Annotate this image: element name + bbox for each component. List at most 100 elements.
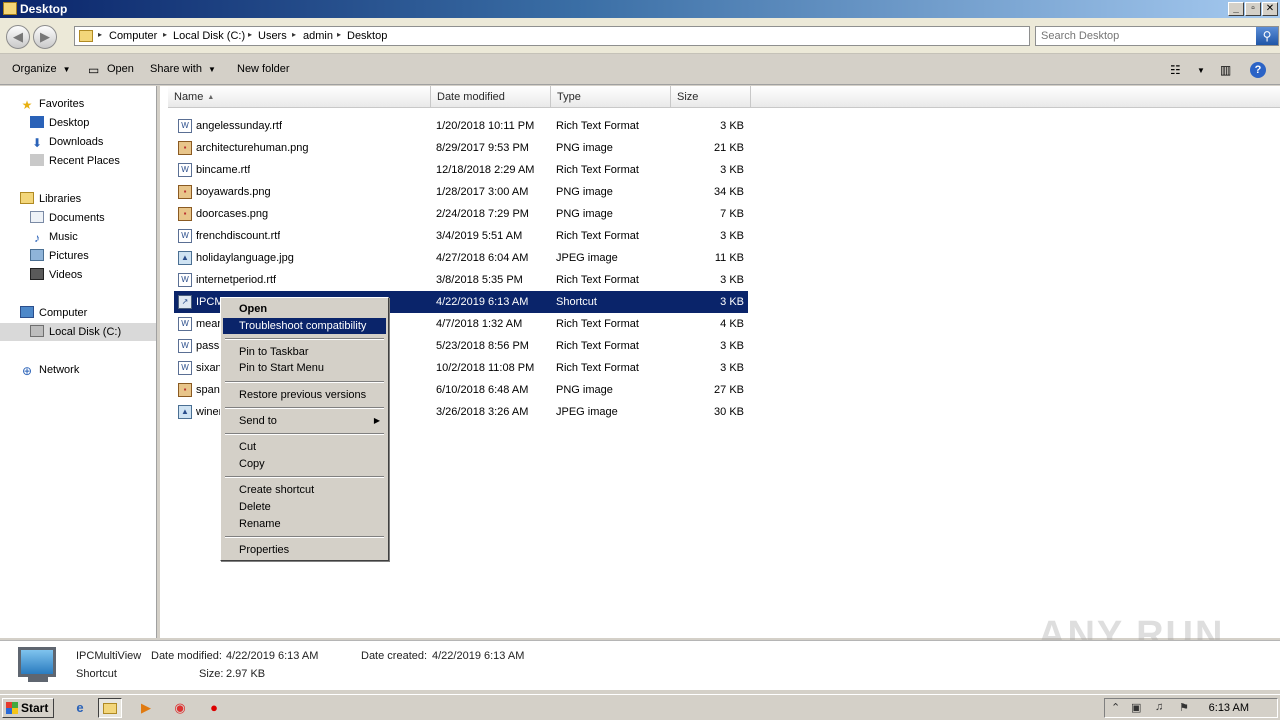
new-folder-button[interactable]: New folder (237, 63, 290, 75)
search-input[interactable] (1036, 27, 1248, 45)
breadcrumb-admin[interactable]: admin (303, 30, 333, 42)
chevron-down-icon[interactable]: ▼ (1197, 66, 1205, 75)
maximize-button[interactable]: ▫ (1245, 2, 1261, 16)
file-size: 3 KB (720, 120, 744, 132)
file-row[interactable]: ▲ holidaylanguage.jpg 4/27/2018 6:04 AM JPE… (174, 247, 748, 269)
minimize-button[interactable]: _ (1228, 2, 1244, 16)
chrome-icon[interactable]: ◉ (168, 698, 192, 718)
breadcrumb-desktop[interactable]: Desktop (347, 30, 387, 42)
chevron-right-icon[interactable]: ▸ (337, 30, 341, 39)
nav-music[interactable]: ♪ Music (30, 228, 78, 246)
nav-local-disk[interactable]: Local Disk (C:) (0, 323, 156, 341)
chevron-right-icon: ▶ (373, 416, 380, 425)
show-hidden-icons-icon[interactable]: ⌃ (1111, 701, 1120, 714)
file-date-modified: 1/20/2018 10:11 PM (436, 120, 535, 132)
nav-network[interactable]: ⊕ Network (20, 361, 79, 379)
nav-desktop[interactable]: Desktop (30, 114, 89, 132)
file-type: Rich Text Format (556, 318, 639, 330)
sort-ascending-icon: ▲ (207, 94, 215, 101)
file-row[interactable]: Wbincame.rtf 12/18/2018 2:29 AM Rich Text … (174, 159, 748, 181)
menu-item-open[interactable]: Open (223, 301, 386, 317)
file-row[interactable]: Winternetperiod.rtf 3/8/2018 5:35 PM Rich … (174, 269, 748, 291)
column-header-type[interactable]: Type (551, 86, 671, 108)
close-button[interactable]: ✕ (1262, 2, 1278, 16)
chevron-right-icon[interactable]: ▸ (163, 30, 167, 39)
details-size-label: Size: (199, 668, 224, 680)
explorer-taskbar-button[interactable] (98, 698, 122, 718)
menu-item-send-to-label: Send to (239, 415, 277, 427)
open-button[interactable]: Open (107, 63, 134, 75)
media-player-icon[interactable]: ▶ (134, 698, 158, 718)
file-row[interactable]: ▪ boyawards.png 1/28/2017 3:00 AM PNG image… (174, 181, 748, 203)
help-icon[interactable]: ? (1250, 62, 1266, 78)
start-button[interactable]: Start (2, 698, 54, 718)
file-row[interactable]: ▪ architecturehuman.png 8/29/2017 9:53 PM P… (174, 137, 748, 159)
nav-downloads-label: Downloads (49, 136, 104, 148)
file-type: PNG image (556, 208, 613, 220)
nav-recent-places-label: Recent Places (49, 155, 120, 167)
back-button[interactable]: ◀ (6, 25, 30, 49)
menu-item-restore[interactable]: Restore previous versions (223, 387, 386, 403)
nav-computer[interactable]: Computer (20, 304, 87, 322)
nav-documents[interactable]: Documents (30, 209, 105, 227)
column-header-name[interactable]: Name ▲ (168, 86, 431, 108)
file-row[interactable]: Wfrenchdiscount.rtf 3/4/2019 5:51 AM Rich … (174, 225, 748, 247)
menu-item-pin-taskbar[interactable]: Pin to Taskbar (223, 344, 386, 360)
file-type: PNG image (556, 142, 613, 154)
desktop-icon (30, 116, 44, 128)
preview-pane-icon[interactable]: ▥ (1220, 63, 1231, 77)
opera-icon[interactable]: ● (202, 698, 226, 718)
menu-item-send-to[interactable]: Send to ▶ (223, 413, 386, 429)
rtf-file-icon: W (178, 361, 192, 375)
breadcrumb-users[interactable]: Users (258, 30, 287, 42)
column-header-size[interactable]: Size (671, 86, 751, 108)
nav-computer-label: Computer (39, 307, 88, 319)
chevron-right-icon[interactable]: ▸ (292, 30, 296, 39)
rtf-file-icon: W (178, 339, 192, 353)
search-icon[interactable]: ⚲ (1256, 27, 1278, 45)
drive-icon (30, 325, 44, 337)
menu-item-create-shortcut[interactable]: Create shortcut (223, 482, 386, 498)
nav-favorites[interactable]: ★ Favorites (20, 95, 85, 113)
file-size: 3 KB (720, 362, 744, 374)
share-with-button[interactable]: Share with ▼ (150, 63, 216, 75)
menu-item-troubleshoot[interactable]: Troubleshoot compatibility (223, 318, 386, 334)
column-header-date[interactable]: Date modified (431, 86, 551, 108)
file-name: passi (196, 340, 222, 352)
view-options-icon[interactable]: ☷ (1170, 63, 1181, 77)
file-row[interactable]: ▪ doorcases.png 2/24/2018 7:29 PM PNG image… (174, 203, 748, 225)
menu-item-delete[interactable]: Delete (223, 499, 386, 515)
nav-videos[interactable]: Videos (30, 266, 82, 284)
nav-downloads[interactable]: ⬇ Downloads (30, 133, 103, 151)
file-date-modified: 4/22/2019 6:13 AM (436, 296, 529, 308)
menu-item-rename[interactable]: Rename (223, 516, 386, 532)
menu-item-copy[interactable]: Copy (223, 456, 386, 472)
address-bar[interactable]: ▸ Computer ▸ Local Disk (C:) ▸ Users ▸ a… (74, 26, 1103, 46)
nav-recent-places[interactable]: Recent Places (30, 152, 120, 170)
network-tray-icon[interactable]: ▣ (1131, 701, 1141, 714)
chevron-right-icon[interactable]: ▸ (248, 30, 252, 39)
menu-item-properties[interactable]: Properties (223, 542, 386, 558)
nav-libraries[interactable]: Libraries (20, 190, 81, 208)
file-row[interactable]: Wangelessunday.rtf 1/20/2018 10:11 PM Rich… (174, 115, 748, 137)
file-name: holidaylanguage.jpg (196, 252, 294, 264)
volume-icon[interactable]: ♫ (1155, 701, 1163, 713)
internet-explorer-icon[interactable]: e (68, 698, 92, 718)
taskbar: Start e ▶ ◉ ● ⌃ ▣ ♫ ⚑ 6:13 AM (0, 694, 1280, 720)
clock[interactable]: 6:13 AM (1209, 702, 1249, 714)
details-date-created: 4/22/2019 6:13 AM (432, 650, 525, 662)
menu-separator (225, 433, 384, 435)
title-bar: Desktop _ ▫ ✕ (0, 0, 1280, 18)
breadcrumb-local-disk[interactable]: Local Disk (C:) (173, 30, 245, 42)
chevron-right-icon[interactable]: ▸ (98, 30, 102, 39)
menu-item-cut[interactable]: Cut (223, 439, 386, 455)
action-center-flag-icon[interactable]: ⚑ (1179, 701, 1189, 714)
breadcrumb-computer[interactable]: Computer (109, 30, 157, 42)
menu-item-pin-start[interactable]: Pin to Start Menu (223, 360, 386, 376)
organize-button[interactable]: Organize ▼ (12, 63, 71, 75)
file-size: 3 KB (720, 164, 744, 176)
nav-pictures[interactable]: Pictures (30, 247, 89, 265)
forward-button[interactable]: ▶ (33, 25, 57, 49)
folder-icon (103, 703, 117, 714)
file-date-modified: 1/28/2017 3:00 AM (436, 186, 529, 198)
